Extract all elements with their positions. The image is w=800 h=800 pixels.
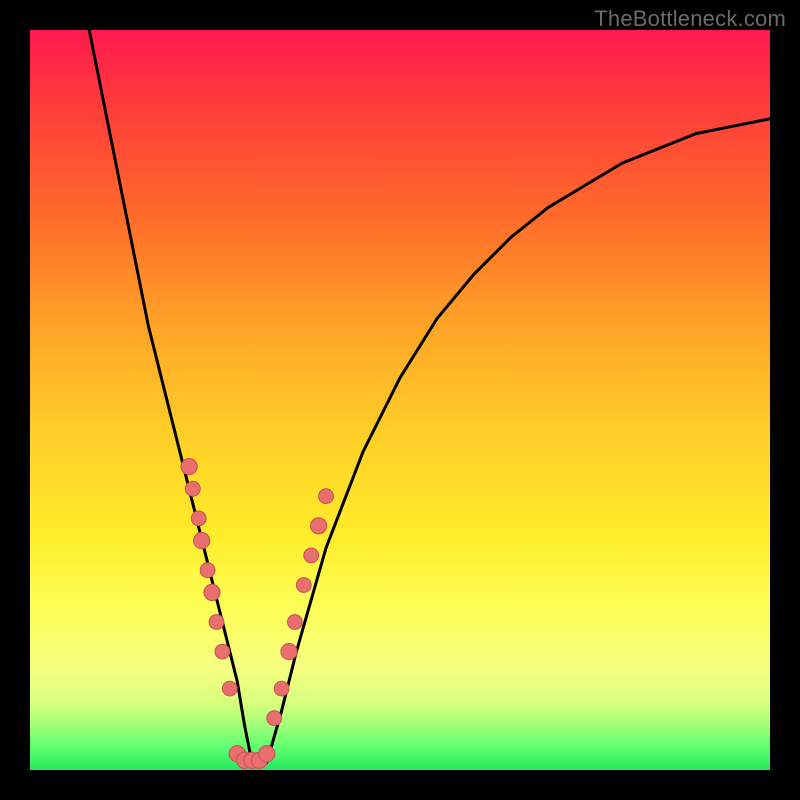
curve-marker [274,681,289,696]
curve-marker [185,481,200,496]
curve-marker [296,578,311,593]
curve-marker [259,746,275,762]
curve-marker [319,489,334,504]
curve-marker [181,459,197,475]
curve-marker [204,584,220,600]
curve-marker [304,548,319,563]
curve-marker [215,644,230,659]
curve-marker [311,518,327,534]
curve-marker [267,711,282,726]
curve-markers [181,459,333,769]
watermark-text: TheBottleneck.com [594,6,786,32]
curve-marker [200,563,215,578]
chart-frame: TheBottleneck.com [0,0,800,800]
bottleneck-curve [89,30,770,763]
curve-marker [288,615,303,630]
curve-marker [222,681,237,696]
curve-marker [191,511,206,526]
curve-marker [209,615,224,630]
curve-marker [281,644,297,660]
curve-marker [194,533,210,549]
plot-area [30,30,770,770]
chart-svg [30,30,770,770]
